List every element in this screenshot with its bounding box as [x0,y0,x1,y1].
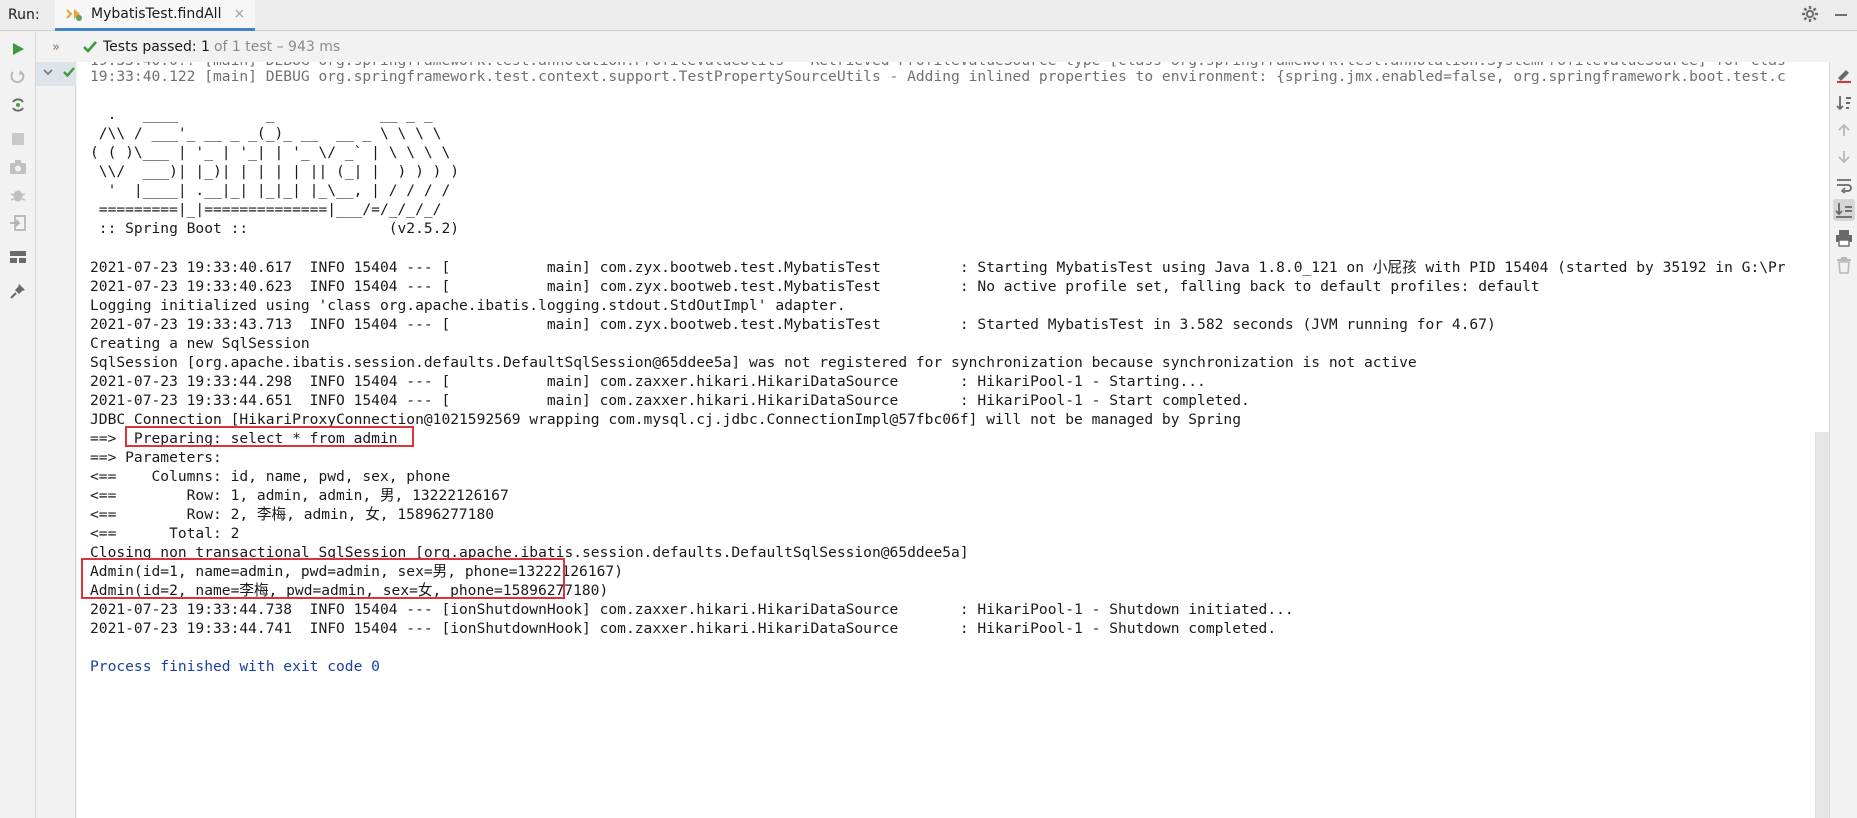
highlight-preparing-box [125,426,414,447]
collapse-chevron-icon[interactable] [42,66,54,82]
layout-icon[interactable] [7,246,29,268]
tests-passed-detail: of 1 test – 943 ms [213,39,341,55]
run-tab-mybatistest[interactable]: MybatisTest.findAll × [55,0,255,31]
print-icon[interactable] [1833,227,1855,249]
toggle-auto-test-icon[interactable] [7,94,29,116]
minimize-icon[interactable] [1833,6,1849,26]
rerun-failed-icon[interactable] [7,66,29,88]
tests-passed-count: 1 [201,39,210,55]
run-tab-title: MybatisTest.findAll [91,6,222,22]
sort-icon[interactable] [1833,92,1855,114]
close-tab-icon[interactable]: × [233,6,245,22]
test-passed-check-icon [62,65,76,83]
test-config-icon [65,6,83,22]
delete-trash-icon[interactable] [1833,254,1855,276]
stop-icon[interactable] [7,128,29,150]
test-tree-root-row[interactable] [36,62,76,86]
test-status-bar: » Tests passed: 1 of 1 test – 943 ms [36,32,1857,62]
passed-check-icon [82,39,98,55]
console-line: 2021-07-23 19:33:44.741 INFO 15404 --- [… [90,620,1277,637]
console-line: 19:33:40.122 [main] DEBUG org.springfram… [90,68,1786,85]
clear-highlight-icon[interactable] [1833,64,1855,86]
run-left-toolbar [0,32,36,818]
scroll-to-end-icon[interactable] [1833,199,1855,221]
soft-wrap-icon[interactable] [1833,174,1855,196]
pin-icon[interactable] [7,280,29,302]
run-toolwindow-header: Run: MybatisTest.findAll × [0,0,1857,31]
settings-gear-icon[interactable] [1801,5,1819,27]
highlight-result-box [81,558,565,599]
arrow-up-icon[interactable] [1833,119,1855,141]
console-right-toolbar [1829,62,1857,818]
console-output[interactable]: 19:33:40.0?? [main] DEBUG org.springfram… [77,62,1829,818]
console-vertical-scrollbar[interactable] [1815,432,1829,818]
camera-icon[interactable] [7,156,29,178]
import-tests-icon[interactable] [7,212,29,234]
expand-tree-icon[interactable]: » [36,40,76,55]
tests-passed-label: Tests passed: 1 [103,39,210,55]
arrow-down-icon[interactable] [1833,146,1855,168]
test-tree-panel [36,62,76,818]
tests-passed-prefix: Tests passed: [103,39,197,55]
rerun-play-icon[interactable] [7,38,29,60]
console-line: :: Spring Boot :: (v2.5.2) [90,220,460,237]
console-line: Process finished with exit code 0 [90,658,380,675]
run-label: Run: [8,7,40,23]
debug-bug-icon[interactable] [7,184,29,206]
